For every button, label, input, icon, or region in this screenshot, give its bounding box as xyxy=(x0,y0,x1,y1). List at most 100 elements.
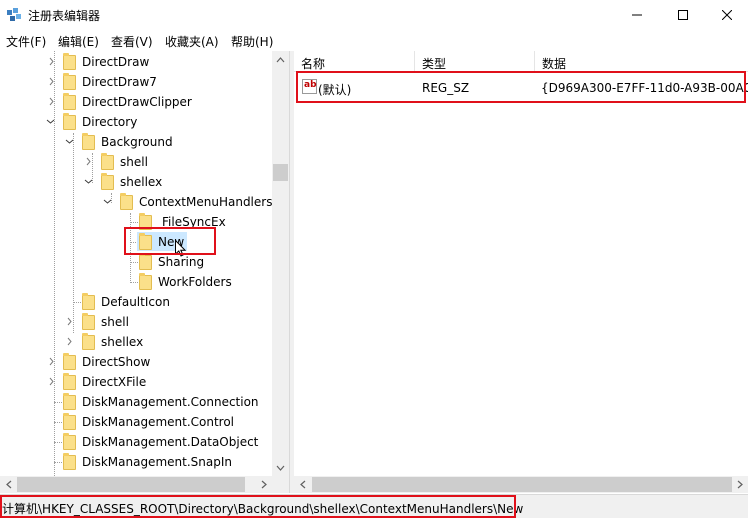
close-icon xyxy=(722,10,732,20)
tree-item-diskmanagement-dataobject[interactable]: DiskManagement.DataObject xyxy=(82,435,258,449)
menu-file[interactable]: 文件(F) xyxy=(6,33,46,50)
values-list: 名称 类型 数据 ab (默认) REG_SZ {D969A300-E7FF-1… xyxy=(294,51,748,476)
tree-guide-line xyxy=(130,262,138,263)
minimize-button[interactable] xyxy=(614,0,660,30)
tree-item-directshow[interactable]: DirectShow xyxy=(82,355,150,369)
registry-tree: DirectDraw DirectDraw7 DirectDrawClipper… xyxy=(0,51,289,476)
status-path: 计算机\HKEY_CLASSES_ROOT\Directory\Backgrou… xyxy=(2,502,524,516)
scroll-down-icon[interactable] xyxy=(272,459,289,476)
list-hscroll-thumb[interactable] xyxy=(312,477,732,492)
folder-open-icon xyxy=(63,113,76,130)
list-item[interactable]: ab (默认) REG_SZ {D969A300-E7FF-11d0-A93B-… xyxy=(294,76,748,98)
folder-icon xyxy=(101,153,114,170)
chevron-down-icon[interactable] xyxy=(46,117,55,126)
tree-item-sharing[interactable]: Sharing xyxy=(158,255,204,269)
menu-help[interactable]: 帮助(H) xyxy=(231,33,273,50)
folder-icon xyxy=(63,453,76,470)
tree-item-background[interactable]: Background xyxy=(101,135,173,149)
tree-horizontal-scrollbar[interactable] xyxy=(0,476,289,493)
tree-item-shellex[interactable]: shellex xyxy=(120,175,162,189)
tree-item-workfolders[interactable]: WorkFolders xyxy=(158,275,232,289)
tree-item-diskmanagement-connection[interactable]: DiskManagement.Connection xyxy=(82,395,259,409)
menu-favorites[interactable]: 收藏夹(A) xyxy=(165,33,219,50)
tree-item-shellex[interactable]: shellex xyxy=(101,335,143,349)
scroll-left-icon[interactable] xyxy=(0,476,17,493)
window-title: 注册表编辑器 xyxy=(28,9,101,23)
column-header-name[interactable]: 名称 xyxy=(294,51,415,72)
column-header-type-label: 类型 xyxy=(422,57,447,71)
chevron-right-icon[interactable] xyxy=(65,317,74,326)
folder-icon xyxy=(139,213,152,230)
close-button[interactable] xyxy=(704,0,748,30)
chevron-down-icon[interactable] xyxy=(103,197,112,206)
folder-icon xyxy=(82,293,95,310)
tree-item-shell[interactable]: shell xyxy=(120,155,148,169)
tree-item-directdrawclipper[interactable]: DirectDrawClipper xyxy=(82,95,192,109)
tree-vertical-scrollbar[interactable] xyxy=(272,51,289,476)
folder-icon xyxy=(82,333,95,350)
column-header-name-label: 名称 xyxy=(301,57,326,71)
chevron-right-icon[interactable] xyxy=(84,157,93,166)
tree-guide-line xyxy=(54,51,55,476)
maximize-icon xyxy=(678,10,688,20)
tree-item-directxfile[interactable]: DirectXFile xyxy=(82,375,146,389)
tree-item-contextmenuhandlers[interactable]: ContextMenuHandlers xyxy=(139,195,272,209)
menu-view[interactable]: 查看(V) xyxy=(111,33,153,50)
column-header-data-label: 数据 xyxy=(542,57,567,71)
tree-guide-line xyxy=(73,133,74,333)
menu-bar: 文件(F) 编辑(E) 查看(V) 收藏夹(A) 帮助(H) xyxy=(0,30,748,50)
regedit-app-icon xyxy=(6,7,22,23)
tree-item-directdraw[interactable]: DirectDraw xyxy=(82,55,149,69)
chevron-right-icon[interactable] xyxy=(47,97,56,106)
tree-hscroll-thumb[interactable] xyxy=(17,477,245,492)
value-data: {D969A300-E7FF-11d0-A93B-00A0C xyxy=(541,81,748,95)
folder-icon xyxy=(63,433,76,450)
chevron-right-icon[interactable] xyxy=(47,77,56,86)
tree-guide-line xyxy=(130,282,138,283)
folder-icon xyxy=(63,393,76,410)
folder-open-icon xyxy=(82,133,95,150)
folder-open-icon xyxy=(101,173,114,190)
tree-guide-line xyxy=(54,442,62,443)
tree-item-diskmanagement-control[interactable]: DiskManagement.Control xyxy=(82,415,234,429)
minimize-icon xyxy=(632,14,642,16)
scroll-left-icon[interactable] xyxy=(294,476,311,493)
folder-icon xyxy=(63,93,76,110)
folder-icon xyxy=(63,373,76,390)
column-header-data[interactable]: 数据 xyxy=(535,51,748,72)
chevron-right-icon[interactable] xyxy=(47,377,56,386)
tree-guide-line xyxy=(130,222,138,223)
tree-item-directory[interactable]: Directory xyxy=(82,115,137,129)
chevron-right-icon[interactable] xyxy=(47,357,56,366)
tree-item-shell[interactable]: shell xyxy=(101,315,129,329)
tree-item-filesyncex[interactable]: FileSyncEx xyxy=(162,215,226,229)
chevron-right-icon[interactable] xyxy=(65,337,74,346)
column-header-type[interactable]: 类型 xyxy=(415,51,535,72)
maximize-button[interactable] xyxy=(660,0,706,30)
tree-item-directdraw7[interactable]: DirectDraw7 xyxy=(82,75,157,89)
menu-edit[interactable]: 编辑(E) xyxy=(58,33,99,50)
tree-guide-line xyxy=(54,422,62,423)
folder-open-icon xyxy=(120,193,133,210)
tree-scroll-thumb[interactable] xyxy=(273,164,288,181)
folder-icon xyxy=(139,253,152,270)
title-bar: 注册表编辑器 xyxy=(0,0,748,30)
scroll-up-icon[interactable] xyxy=(272,51,289,68)
folder-icon xyxy=(63,353,76,370)
tree-item-diskmanagement-snapin[interactable]: DiskManagement.SnapIn xyxy=(82,455,232,469)
chevron-right-icon[interactable] xyxy=(47,57,56,66)
scroll-right-icon[interactable] xyxy=(255,476,272,493)
tree-guide-line xyxy=(54,462,62,463)
list-horizontal-scrollbar[interactable] xyxy=(294,476,748,493)
folder-icon xyxy=(63,73,76,90)
value-type: REG_SZ xyxy=(422,81,470,95)
tree-item-defaulticon[interactable]: DefaultIcon xyxy=(101,295,170,309)
folder-icon xyxy=(63,413,76,430)
chevron-down-icon[interactable] xyxy=(84,177,93,186)
status-bar: 计算机\HKEY_CLASSES_ROOT\Directory\Backgrou… xyxy=(0,494,748,518)
scroll-right-icon[interactable] xyxy=(731,476,748,493)
folder-icon xyxy=(139,273,152,290)
tree-guide-line xyxy=(73,302,81,303)
folder-icon xyxy=(139,233,152,250)
chevron-down-icon[interactable] xyxy=(65,137,74,146)
